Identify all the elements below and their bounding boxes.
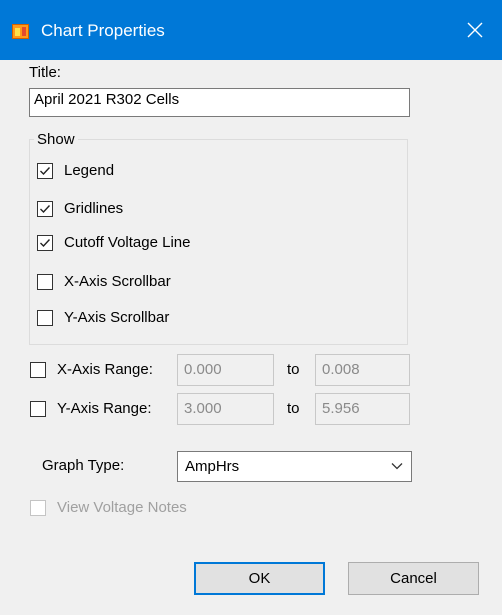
y-axis-range-min-input[interactable]: 3.000	[177, 393, 274, 425]
ok-button[interactable]: OK	[194, 562, 325, 595]
gridlines-checkbox[interactable]	[37, 201, 53, 217]
checkmark-icon	[40, 167, 51, 176]
x-axis-range-label[interactable]: X-Axis Range:	[57, 361, 153, 379]
graph-type-select[interactable]: AmpHrs	[177, 451, 412, 482]
close-button[interactable]	[448, 0, 502, 60]
cutoff-voltage-line-label[interactable]: Cutoff Voltage Line	[64, 234, 191, 252]
checkmark-icon	[40, 205, 51, 214]
y-axis-range-label[interactable]: Y-Axis Range:	[57, 400, 152, 418]
graph-type-value: AmpHrs	[185, 458, 240, 475]
cutoff-voltage-line-checkbox[interactable]	[37, 235, 53, 251]
chevron-down-icon	[391, 463, 403, 470]
x-axis-range-to-label: to	[287, 361, 300, 378]
checkmark-icon	[40, 239, 51, 248]
view-voltage-notes-label[interactable]: View Voltage Notes	[57, 499, 187, 517]
title-label: Title:	[29, 64, 61, 81]
legend-checkbox[interactable]	[37, 163, 53, 179]
y-axis-scrollbar-checkbox[interactable]	[37, 310, 53, 326]
x-axis-range-min-input[interactable]: 0.000	[177, 354, 274, 386]
title-bar[interactable]: Chart Properties	[0, 0, 502, 60]
x-axis-range-max-input[interactable]: 0.008	[315, 354, 410, 386]
x-axis-scrollbar-checkbox[interactable]	[37, 274, 53, 290]
window-title: Chart Properties	[41, 21, 165, 40]
y-axis-range-max-input[interactable]: 5.956	[315, 393, 410, 425]
show-group-title: Show	[34, 131, 78, 149]
title-input[interactable]: April 2021 R302 Cells	[29, 88, 410, 117]
chart-app-icon	[12, 24, 29, 39]
close-icon	[467, 22, 483, 38]
x-axis-scrollbar-label[interactable]: X-Axis Scrollbar	[64, 273, 171, 291]
dialog-body: Title: April 2021 R302 Cells Show Legend…	[0, 60, 502, 615]
y-axis-range-to-label: to	[287, 400, 300, 417]
legend-label[interactable]: Legend	[64, 162, 114, 180]
graph-type-label: Graph Type:	[42, 457, 125, 474]
y-axis-range-checkbox[interactable]	[30, 401, 46, 417]
y-axis-scrollbar-label[interactable]: Y-Axis Scrollbar	[64, 309, 169, 327]
cancel-button[interactable]: Cancel	[348, 562, 479, 595]
x-axis-range-checkbox[interactable]	[30, 362, 46, 378]
gridlines-label[interactable]: Gridlines	[64, 200, 123, 218]
view-voltage-notes-checkbox[interactable]	[30, 500, 46, 516]
